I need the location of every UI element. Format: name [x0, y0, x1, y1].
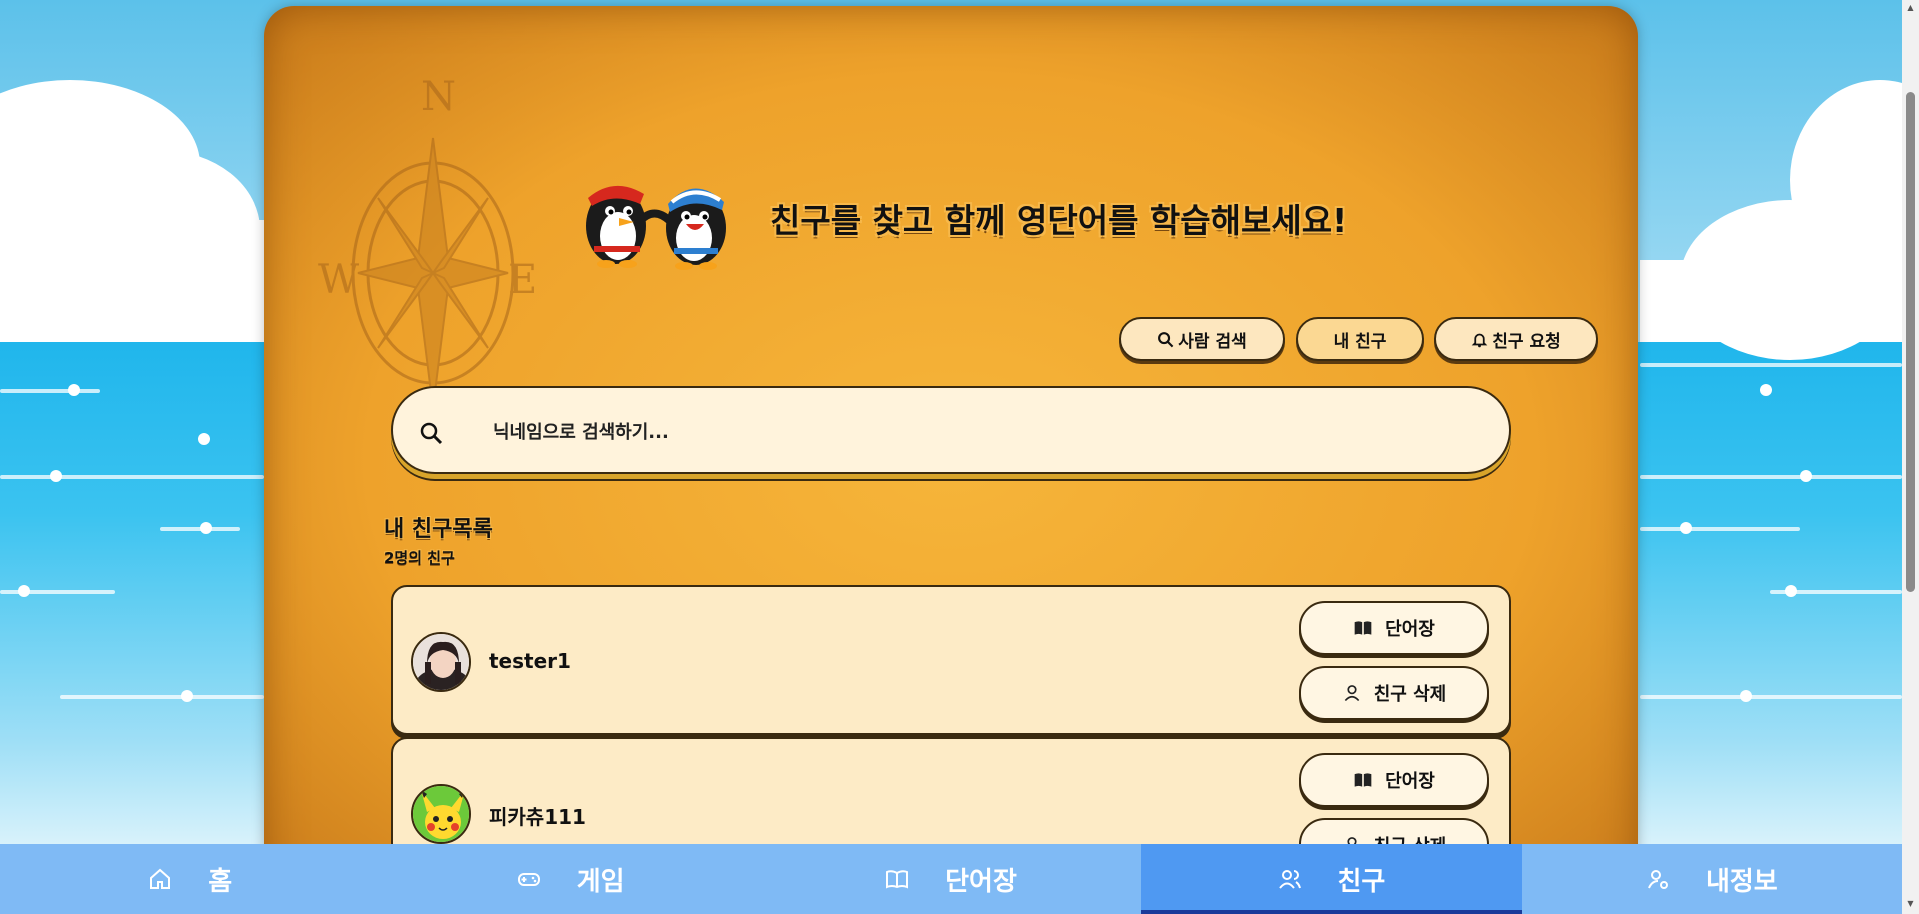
- tab-my-friends[interactable]: 내 친구: [1296, 317, 1424, 361]
- sea-dot: [1680, 522, 1692, 534]
- scroll-thumb[interactable]: [1906, 92, 1915, 592]
- gamepad-icon: [517, 873, 540, 886]
- nav-label: 내정보: [1705, 866, 1778, 897]
- nav-game[interactable]: 게임: [380, 844, 760, 914]
- cloud: [0, 220, 264, 342]
- search-input[interactable]: [493, 408, 1473, 456]
- nav-my-info[interactable]: 내정보: [1522, 844, 1902, 914]
- delete-friend-button[interactable]: 친구 삭제: [1299, 666, 1489, 720]
- sea-dot: [18, 585, 30, 597]
- parchment-panel: N W E 친구를 찾고 함께 영단어를 학습해보세요! 사람 검색 내 친구: [264, 6, 1638, 914]
- users-icon: [1278, 870, 1301, 889]
- user-settings-icon: [1648, 870, 1668, 889]
- wave-line: [60, 695, 264, 699]
- wave-line: [1640, 363, 1902, 367]
- wave-line: [1640, 527, 1800, 531]
- friends-section-title: 내 친구목록: [384, 517, 493, 542]
- page-scrollbar[interactable]: ▲ ▼: [1902, 0, 1919, 914]
- cloud: [1640, 260, 1910, 342]
- wave-line: [1640, 475, 1902, 479]
- book-open-icon: [1354, 621, 1372, 635]
- pikachu-avatar-icon: [413, 786, 469, 842]
- nav-label: 단어장: [945, 866, 1017, 897]
- search-icon: [420, 422, 443, 445]
- nav-label: 친구: [1337, 866, 1386, 897]
- wave-line: [0, 389, 100, 393]
- svg-text:W: W: [318, 257, 359, 303]
- button-label: 단어장: [1385, 619, 1435, 640]
- tab-search-people[interactable]: 사람 검색: [1119, 317, 1285, 361]
- sea-dot: [200, 522, 212, 534]
- friend-name: tester1: [489, 649, 571, 673]
- book-open-icon: [1354, 773, 1372, 787]
- friend-name: 피카츄111: [489, 805, 586, 829]
- bottom-navigation: 홈 게임 단어장 친구 내정보: [0, 844, 1902, 914]
- sea-dot: [1800, 470, 1812, 482]
- profile-photo-icon: [413, 634, 469, 690]
- nav-label: 홈: [208, 866, 233, 897]
- button-label: 단어장: [1385, 771, 1435, 792]
- sea-dot: [198, 433, 210, 445]
- tab-friend-requests[interactable]: 친구 요청: [1434, 317, 1598, 361]
- sea-dot: [181, 690, 193, 702]
- nav-home[interactable]: 홈: [0, 844, 380, 914]
- friends-count: 2명의 친구: [384, 549, 455, 567]
- bell-icon: [1471, 333, 1488, 347]
- tab-label: 사람 검색: [1178, 331, 1247, 352]
- sea-dot: [1740, 690, 1752, 702]
- page-title: 친구를 찾고 함께 영단어를 학습해보세요!: [770, 201, 1348, 240]
- sea-dot: [50, 470, 62, 482]
- wordbook-button[interactable]: 단어장: [1299, 601, 1489, 655]
- wave-line: [0, 475, 264, 479]
- user-icon: [1344, 685, 1360, 702]
- avatar[interactable]: [411, 632, 471, 692]
- tab-label: 친구 요청: [1492, 331, 1561, 352]
- scroll-up-arrow[interactable]: ▲: [1906, 4, 1915, 12]
- wordbook-button[interactable]: 단어장: [1299, 753, 1489, 807]
- home-icon: [150, 868, 171, 889]
- button-label: 친구 삭제: [1373, 684, 1447, 705]
- book-icon: [886, 870, 909, 889]
- nav-wordbook[interactable]: 단어장: [761, 844, 1141, 914]
- svg-text:E: E: [508, 257, 537, 303]
- wave-line: [1640, 695, 1902, 699]
- svg-text:N: N: [421, 78, 456, 120]
- avatar[interactable]: [411, 784, 471, 844]
- nav-label: 게임: [576, 866, 625, 897]
- search-icon: [1158, 331, 1174, 347]
- tab-label: 내 친구: [1333, 331, 1387, 352]
- search-bar: [391, 386, 1511, 474]
- friend-card: tester1 단어장 친구 삭제: [391, 585, 1511, 735]
- scroll-down-arrow[interactable]: ▼: [1906, 900, 1915, 908]
- nav-friends[interactable]: 친구: [1141, 844, 1523, 914]
- penguin-mascots-illustration: [586, 185, 726, 270]
- compass-icon: N W E: [318, 78, 537, 398]
- sea-dot: [68, 384, 80, 396]
- sea-dot: [1785, 585, 1797, 597]
- sea-dot: [1760, 384, 1772, 396]
